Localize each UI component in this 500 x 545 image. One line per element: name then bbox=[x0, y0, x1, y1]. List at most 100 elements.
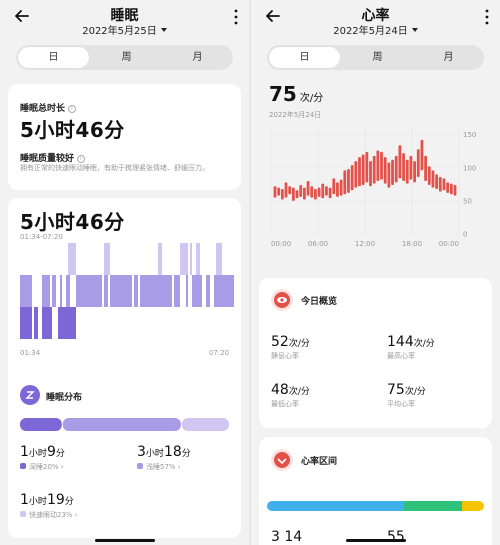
overview-label: 平均心率 bbox=[387, 400, 415, 408]
stat-label: 深睡20% bbox=[29, 463, 59, 471]
x-tick-label: 12:00 bbox=[355, 240, 375, 248]
hr-range-bar bbox=[402, 153, 405, 181]
hr-range-bar bbox=[420, 139, 424, 171]
sleep-time-range: 01:34-07:20 bbox=[20, 233, 63, 241]
date-label: 2022年5月25日 bbox=[82, 26, 157, 37]
stage-block-rem bbox=[68, 243, 76, 275]
stat-mins-unit: 分 bbox=[181, 449, 191, 459]
hr-range-bar bbox=[427, 166, 431, 185]
period-tabs: 日 周 月 bbox=[267, 45, 484, 70]
current-date: 2022年5月24日 bbox=[269, 111, 322, 119]
hr-range-bar bbox=[314, 188, 317, 200]
zone-value: 14 bbox=[284, 529, 303, 545]
zones-icon-wrap bbox=[271, 449, 293, 471]
stat-hours: 1 bbox=[20, 444, 29, 460]
tab-month[interactable]: 月 bbox=[413, 45, 484, 70]
hr-range-bar bbox=[413, 161, 416, 183]
stage-block-light bbox=[20, 275, 32, 307]
sleep-topbar: 睡眠 2022年5月25日 bbox=[0, 0, 249, 40]
date-selector[interactable]: 2022年5月25日 bbox=[0, 22, 249, 37]
stat-deep: 1小时9分 深睡20% › bbox=[20, 444, 65, 471]
overview-title: 今日概览 bbox=[301, 297, 338, 307]
hr-range-bar bbox=[394, 155, 398, 183]
heart-rate-chart[interactable]: 0 50 100 150 00:00 06:00 12:00 18:00 00:00 bbox=[269, 124, 491, 264]
share-segment-deep bbox=[20, 418, 62, 431]
sleep-summary-card[interactable]: 睡眠总时长 i 5小时46分 睡眠质量较好 i 拥有正常的快速眼动睡眠，有助于梳理紧… bbox=[8, 84, 241, 190]
stage-block-rem bbox=[190, 243, 192, 275]
overview-resting: 52次/分 静息心率 bbox=[271, 334, 310, 361]
zones-card: 心率区间 3 14 55 bbox=[259, 437, 492, 545]
zone-value-partial: 55 bbox=[387, 529, 405, 545]
overview-unit: 次/分 bbox=[404, 387, 426, 397]
hr-range-bar bbox=[273, 186, 277, 198]
stage-share-bar bbox=[20, 418, 229, 431]
stage-block-deep bbox=[58, 307, 76, 339]
tab-day[interactable]: 日 bbox=[269, 47, 340, 68]
stage-block-rem bbox=[180, 243, 188, 275]
hr-range-bar bbox=[442, 178, 446, 191]
zones-title: 心率区间 bbox=[301, 457, 338, 467]
hr-range-bar bbox=[387, 162, 391, 188]
tab-week[interactable]: 周 bbox=[342, 45, 413, 70]
stage-block-rem bbox=[196, 243, 200, 275]
overview-avg: 75次/分 平均心率 bbox=[387, 382, 426, 409]
overview-min: 48次/分 最低心率 bbox=[271, 382, 310, 409]
stat-mins: 19 bbox=[46, 492, 65, 508]
zone-segment bbox=[462, 501, 484, 511]
stat-mins: 18 bbox=[163, 444, 182, 460]
total-sleep-label: 睡眠总时长 bbox=[20, 104, 66, 114]
hr-range-bar bbox=[365, 151, 369, 183]
hr-range-bar bbox=[358, 157, 361, 187]
zone-value: 3 bbox=[271, 529, 280, 545]
total-sleep-value: 5小时46分 bbox=[20, 118, 125, 142]
stage-block-light bbox=[76, 275, 102, 307]
sleep-stage-chart[interactable] bbox=[20, 243, 235, 343]
home-indicator bbox=[94, 539, 155, 542]
overview-value: 48 bbox=[271, 382, 289, 398]
hr-range-bar bbox=[361, 154, 365, 185]
stat-label: 快速眼动23% bbox=[29, 511, 73, 519]
zone-value-partial: 3 14 bbox=[271, 529, 302, 545]
hr-range-bar bbox=[383, 157, 387, 184]
stat-rem: 1小时19分 快速眼动23% › bbox=[20, 492, 78, 519]
stat-hours: 1 bbox=[20, 492, 29, 508]
info-icon[interactable]: i bbox=[77, 155, 86, 163]
info-icon[interactable]: i bbox=[68, 105, 77, 113]
home-indicator bbox=[345, 539, 406, 542]
hr-range-bar bbox=[405, 159, 409, 184]
more-vertical-icon[interactable] bbox=[229, 8, 243, 26]
stage-block-light bbox=[66, 275, 70, 307]
hr-range-bar bbox=[336, 182, 339, 197]
hr-range-bar bbox=[431, 170, 435, 188]
y-tick-label: 100 bbox=[463, 164, 476, 172]
hr-range-bar bbox=[317, 187, 321, 197]
current-heart-rate: 75 次/分 bbox=[269, 82, 323, 106]
tab-week[interactable]: 周 bbox=[91, 45, 162, 70]
overview-label: 最低心率 bbox=[271, 400, 299, 408]
tab-day[interactable]: 日 bbox=[18, 47, 89, 68]
share-segment-rem bbox=[181, 418, 229, 431]
hr-range-bar bbox=[332, 178, 336, 195]
axis-end-label: 07:20 bbox=[208, 349, 229, 357]
tab-month[interactable]: 月 bbox=[162, 45, 233, 70]
eye-icon-wrap bbox=[271, 289, 293, 311]
hr-range-bar bbox=[369, 161, 372, 187]
overview-value: 144 bbox=[387, 334, 414, 350]
stage-block-light bbox=[214, 275, 234, 307]
stat-hours: 3 bbox=[137, 444, 146, 460]
screen: 睡眠 2022年5月25日 日 周 月 睡眠总时长 i 5小时46分 睡眠质量较好… bbox=[0, 0, 500, 545]
caret-down-icon bbox=[411, 28, 418, 32]
hr-range-bar bbox=[398, 145, 402, 179]
stage-block-light bbox=[52, 275, 56, 307]
stage-block-rem bbox=[216, 243, 222, 275]
hr-range-bar bbox=[295, 190, 299, 199]
y-tick-label: 50 bbox=[463, 197, 472, 205]
overview-unit: 次/分 bbox=[288, 387, 310, 397]
stage-block-light bbox=[192, 275, 202, 307]
more-vertical-icon[interactable] bbox=[480, 8, 494, 26]
stage-block-rem bbox=[104, 243, 110, 275]
hr-range-bar bbox=[416, 149, 420, 178]
stage-block-light bbox=[134, 275, 138, 307]
date-selector[interactable]: 2022年5月24日 bbox=[251, 22, 500, 37]
stage-block-light bbox=[140, 275, 172, 307]
